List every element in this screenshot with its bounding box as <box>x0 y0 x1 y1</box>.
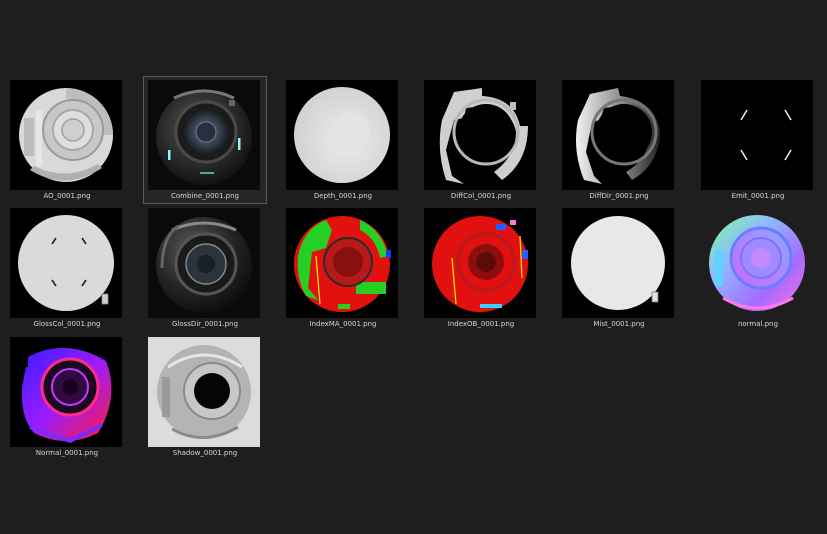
file-name: DiffDir_0001.png <box>589 192 649 200</box>
file-name: Combine_0001.png <box>171 192 239 200</box>
file-tile-normal-map[interactable]: normal.png <box>696 204 820 332</box>
file-tile-glossdir[interactable]: GlossDir_0001.png <box>143 204 267 332</box>
file-name: Normal_0001.png <box>35 449 99 457</box>
ao-render-thumbnail <box>10 80 122 190</box>
file-tile-diffcol[interactable]: DiffCol_0001.png <box>419 76 543 204</box>
file-tile-indexob[interactable]: IndexOB_0001.png <box>419 204 543 332</box>
file-name: Mist_0001.png <box>593 320 645 328</box>
glossdir-render-thumbnail <box>148 208 260 318</box>
file-name: GlossDir_0001.png <box>171 320 239 328</box>
file-tile-depth[interactable]: Depth_0001.png <box>281 76 405 204</box>
file-name: Depth_0001.png <box>313 192 373 200</box>
file-tile-diffdir[interactable]: DiffDir_0001.png <box>557 76 681 204</box>
file-tile-indexma[interactable]: IndexMA_0001.png <box>281 204 405 332</box>
file-name: AO_0001.png <box>43 192 91 200</box>
normal-map-thumbnail <box>701 208 813 318</box>
file-name: DiffCol_0001.png <box>450 192 512 200</box>
diffdir-render-thumbnail <box>562 80 674 190</box>
file-tile-normal[interactable]: Normal_0001.png <box>5 333 129 461</box>
normal-render-thumbnail <box>10 337 122 447</box>
file-name: IndexOB_0001.png <box>447 320 515 328</box>
file-tile-mist[interactable]: Mist_0001.png <box>557 204 681 332</box>
file-tile-shadow[interactable]: Shadow_0001.png <box>143 333 267 461</box>
shadow-render-thumbnail <box>148 337 260 447</box>
file-name: Shadow_0001.png <box>172 449 238 457</box>
indexma-render-thumbnail <box>286 208 398 318</box>
emit-render-thumbnail <box>701 80 813 190</box>
combine-render-thumbnail <box>148 80 260 190</box>
file-grid: AO_0001.png Combine_0001.png Depth_0001.… <box>0 0 827 534</box>
file-tile-glosscol[interactable]: GlossCol_0001.png <box>5 204 129 332</box>
file-tile-combine[interactable]: Combine_0001.png <box>143 76 267 204</box>
indexob-render-thumbnail <box>424 208 536 318</box>
file-name: normal.png <box>737 320 779 328</box>
mist-render-thumbnail <box>562 208 674 318</box>
file-tile-emit[interactable]: Emit_0001.png <box>696 76 820 204</box>
glosscol-render-thumbnail <box>10 208 122 318</box>
file-name: Emit_0001.png <box>731 192 785 200</box>
depth-render-thumbnail <box>286 80 398 190</box>
file-name: IndexMA_0001.png <box>309 320 377 328</box>
file-tile-ao[interactable]: AO_0001.png <box>5 76 129 204</box>
diffcol-render-thumbnail <box>424 80 536 190</box>
file-name: GlossCol_0001.png <box>33 320 101 328</box>
